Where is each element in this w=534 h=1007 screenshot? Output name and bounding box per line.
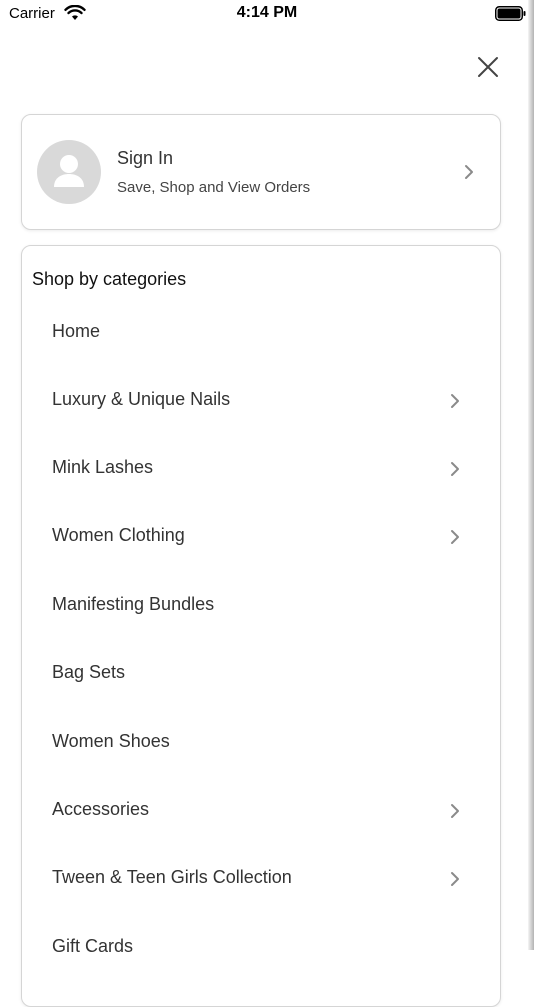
category-label: Gift Cards bbox=[52, 936, 134, 956]
status-bar: Carrier 4:14 PM bbox=[0, 0, 534, 28]
chevron-right-icon bbox=[451, 804, 459, 818]
category-label: Accessories bbox=[52, 799, 150, 819]
chevron-right-icon bbox=[451, 394, 459, 408]
category-label: Women Clothing bbox=[52, 525, 185, 545]
chevron-right-icon bbox=[465, 165, 473, 179]
sign-in-title: Sign In bbox=[117, 148, 174, 168]
sign-in-card[interactable]: Sign In Save, Shop and View Orders bbox=[21, 114, 501, 230]
close-icon bbox=[478, 57, 498, 77]
category-item-bag-sets[interactable]: Bag Sets bbox=[22, 642, 500, 710]
battery-icon bbox=[495, 6, 526, 21]
chevron-right-icon bbox=[451, 530, 459, 544]
sign-in-subtitle: Save, Shop and View Orders bbox=[117, 179, 311, 196]
category-item-manifesting-bundles[interactable]: Manifesting Bundles bbox=[22, 574, 500, 642]
category-item-women-shoes[interactable]: Women Shoes bbox=[22, 711, 500, 779]
category-item-accessories[interactable]: Accessories bbox=[22, 779, 500, 847]
categories-card: Shop by categories Home Luxury & Unique … bbox=[21, 245, 501, 1007]
drawer-edge-shadow bbox=[528, 0, 534, 950]
category-label: Women Shoes bbox=[52, 731, 170, 751]
category-item-luxury-unique-nails[interactable]: Luxury & Unique Nails bbox=[22, 369, 500, 437]
category-label: Luxury & Unique Nails bbox=[52, 389, 231, 409]
category-label: Manifesting Bundles bbox=[52, 594, 215, 614]
category-item-women-clothing[interactable]: Women Clothing bbox=[22, 505, 500, 573]
user-avatar-icon bbox=[37, 140, 101, 204]
category-item-tween-teen-girls-collection[interactable]: Tween & Teen Girls Collection bbox=[22, 847, 500, 915]
status-time: 4:14 PM bbox=[236, 4, 298, 21]
category-label: Bag Sets bbox=[52, 662, 126, 682]
category-item-gift-cards[interactable]: Gift Cards bbox=[22, 916, 500, 984]
category-item-home[interactable]: Home bbox=[22, 301, 500, 369]
chevron-right-icon bbox=[451, 462, 459, 476]
category-label: Mink Lashes bbox=[52, 457, 154, 477]
chevron-right-icon bbox=[451, 872, 459, 886]
close-button[interactable] bbox=[474, 53, 502, 81]
category-label: Tween & Teen Girls Collection bbox=[52, 867, 292, 887]
categories-heading: Shop by categories bbox=[32, 269, 187, 289]
category-item-mink-lashes[interactable]: Mink Lashes bbox=[22, 437, 500, 505]
category-label: Home bbox=[52, 321, 101, 341]
